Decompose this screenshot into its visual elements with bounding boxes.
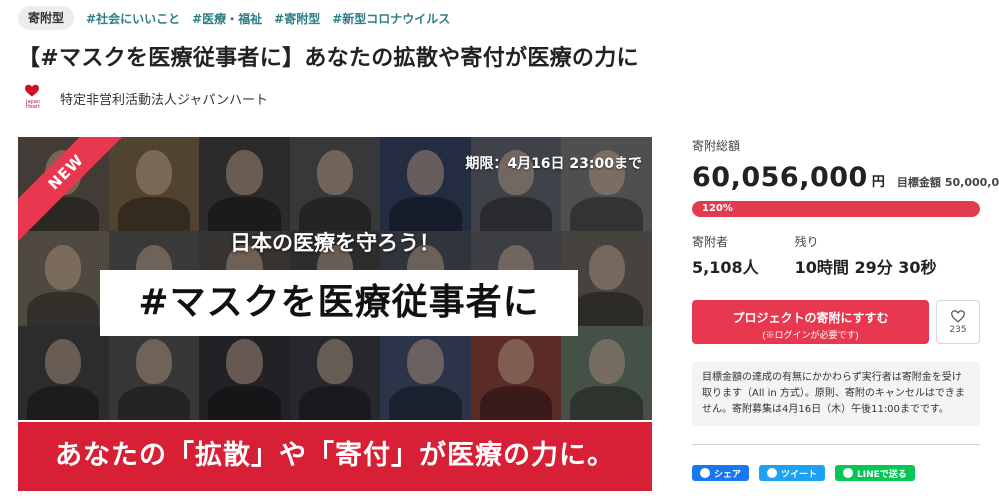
currency: 円 xyxy=(871,175,885,190)
cta-row: プロジェクトの寄附にすすむ (※ログインが必要です) 235 xyxy=(692,300,982,344)
notice-box: 目標金額の達成の有無にかかわらず実行者は寄附金を受け取ります（All in 方式… xyxy=(692,362,980,426)
line-share-button[interactable]: LINEで送る xyxy=(835,465,915,481)
heart-logo-icon xyxy=(25,84,39,97)
donors-value: 5,108人 xyxy=(692,258,759,277)
remaining-stat: 残り 10時間 29分 30秒 xyxy=(795,233,937,278)
stats-row: 寄附者 5,108人 残り 10時間 29分 30秒 xyxy=(692,233,982,278)
organization-logo: Japan Heart xyxy=(20,82,46,114)
image-headline: #マスクを医療従事者に xyxy=(138,282,540,323)
favorite-button[interactable]: 235 xyxy=(936,300,980,344)
progress-fill xyxy=(692,201,980,217)
organization-logo-text: Japan Heart xyxy=(26,99,40,110)
twitter-share-label: ツイート xyxy=(781,469,818,480)
donate-button[interactable]: プロジェクトの寄附にすすむ (※ログインが必要です) xyxy=(692,300,929,344)
tag-social-good[interactable]: #社会にいいこと xyxy=(86,10,180,27)
donate-button-note: (※ログインが必要です) xyxy=(762,330,859,340)
line-icon xyxy=(843,468,854,478)
project-main-image[interactable]: NEW 期限：4月16日 23:00まで 日本の医療を守ろう！ #マスクを医療従… xyxy=(18,137,652,491)
progress-bar: 120% xyxy=(692,201,980,217)
favorite-count: 235 xyxy=(949,325,967,335)
tag-donation-type[interactable]: #寄附型 xyxy=(274,10,320,27)
total-amount: 60,056,000 xyxy=(692,162,868,193)
progress-percent: 120% xyxy=(702,203,733,214)
amount-row: 60,056,000 円 目標金額 50,000,000円 xyxy=(692,162,999,193)
share-row: シェア ツイート LINEで送る xyxy=(692,465,982,481)
image-subheadline: 日本の医療を守ろう！ xyxy=(230,231,440,255)
divider xyxy=(692,444,980,445)
tag-covid[interactable]: #新型コロナウイルス xyxy=(332,10,450,27)
remaining-label: 残り xyxy=(794,235,819,249)
line-share-label: LINEで送る xyxy=(857,469,907,480)
facebook-share-label: シェア xyxy=(714,469,742,480)
facebook-share-button[interactable]: シェア xyxy=(692,465,750,481)
organization[interactable]: Japan Heart 特定非営利活動法人ジャパンハート xyxy=(20,82,268,114)
goal-value: 50,000,000円 xyxy=(944,176,999,189)
funding-panel: 寄附総額 60,056,000 円 目標金額 50,000,000円 120% … xyxy=(692,137,999,481)
type-badge[interactable]: 寄附型 xyxy=(18,6,75,30)
heart-outline-icon xyxy=(951,310,965,323)
goal-label: 目標金額 xyxy=(896,176,941,189)
tag-medical-welfare[interactable]: #医療・福祉 xyxy=(192,10,262,27)
donors-label: 寄附者 xyxy=(692,235,729,249)
twitter-icon xyxy=(767,468,778,478)
donors-stat: 寄附者 5,108人 xyxy=(692,233,759,278)
donate-button-label: プロジェクトの寄附にすすむ xyxy=(732,311,889,325)
page-title: 【#マスクを医療従事者に】あなたの拡散や寄付が医療の力に xyxy=(18,46,639,71)
tag-row: 寄附型 #社会にいいこと #医療・福祉 #寄附型 #新型コロナウイルス xyxy=(18,6,450,30)
facebook-icon xyxy=(700,468,710,478)
twitter-share-button[interactable]: ツイート xyxy=(759,465,826,481)
deadline-text: 期限：4月16日 23:00まで xyxy=(465,156,642,172)
total-label: 寄附総額 xyxy=(692,139,741,153)
image-bottom-text: あなたの「拡散」や「寄付」が医療の力に。 xyxy=(55,440,615,471)
organization-name[interactable]: 特定非営利活動法人ジャパンハート xyxy=(60,89,268,108)
remaining-value: 10時間 29分 30秒 xyxy=(794,258,937,277)
